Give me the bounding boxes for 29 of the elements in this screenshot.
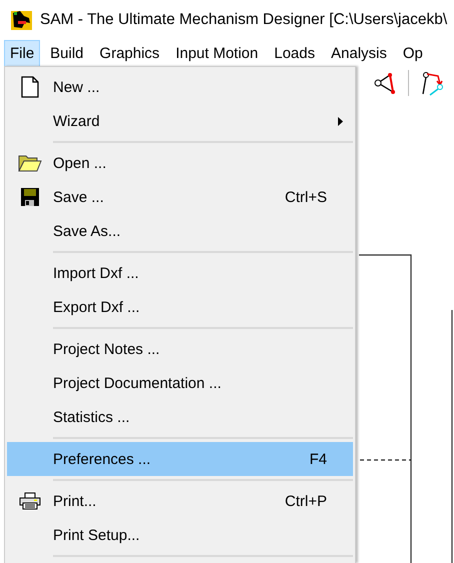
window-title: SAM - The Ultimate Mechanism Designer [C:\Users\jacekb\ — [40, 11, 448, 29]
menu-item[interactable]: Build — [44, 40, 90, 66]
app-logo-icon — [10, 8, 34, 32]
menu-item[interactable]: Preferences ... F4 — [7, 442, 353, 476]
folder-icon — [18, 154, 42, 172]
triangle-icon[interactable] — [372, 70, 398, 96]
menu-item[interactable]: Loads — [268, 40, 321, 66]
menu-item[interactable]: File — [4, 40, 40, 66]
menu-item[interactable]: Import Dxf ... — [7, 256, 353, 290]
menu-item[interactable]: Op — [396, 40, 429, 66]
menu-item[interactable]: Export Dxf ... — [7, 290, 353, 324]
menu-item[interactable]: New ... — [7, 70, 353, 104]
menu-item[interactable]: Project Documentation ... — [7, 366, 353, 400]
shortcut-label: Ctrl+S — [284, 188, 327, 206]
menu-item[interactable]: Print Setup... — [7, 518, 353, 552]
menu-item[interactable]: Project Notes ... — [7, 332, 353, 366]
menu-item[interactable]: Graphics — [94, 40, 166, 66]
menu-item[interactable]: Save ... Ctrl+S — [7, 180, 353, 214]
menu-item[interactable]: Analysis — [325, 40, 393, 66]
menu-item[interactable]: Print... Ctrl+P — [7, 484, 353, 518]
shortcut-label: Ctrl+P — [284, 492, 327, 510]
menu-item[interactable]: Statistics ... — [7, 400, 353, 434]
menu-item[interactable]: Open ... — [7, 146, 353, 180]
blank-page-icon — [21, 76, 39, 98]
menu-item[interactable]: Wizard — [7, 104, 353, 138]
menu-item[interactable]: Input Motion — [170, 40, 264, 66]
shortcut-label: F4 — [308, 450, 327, 468]
printer-icon — [19, 492, 41, 510]
menu-item[interactable]: Save As... — [7, 214, 353, 248]
